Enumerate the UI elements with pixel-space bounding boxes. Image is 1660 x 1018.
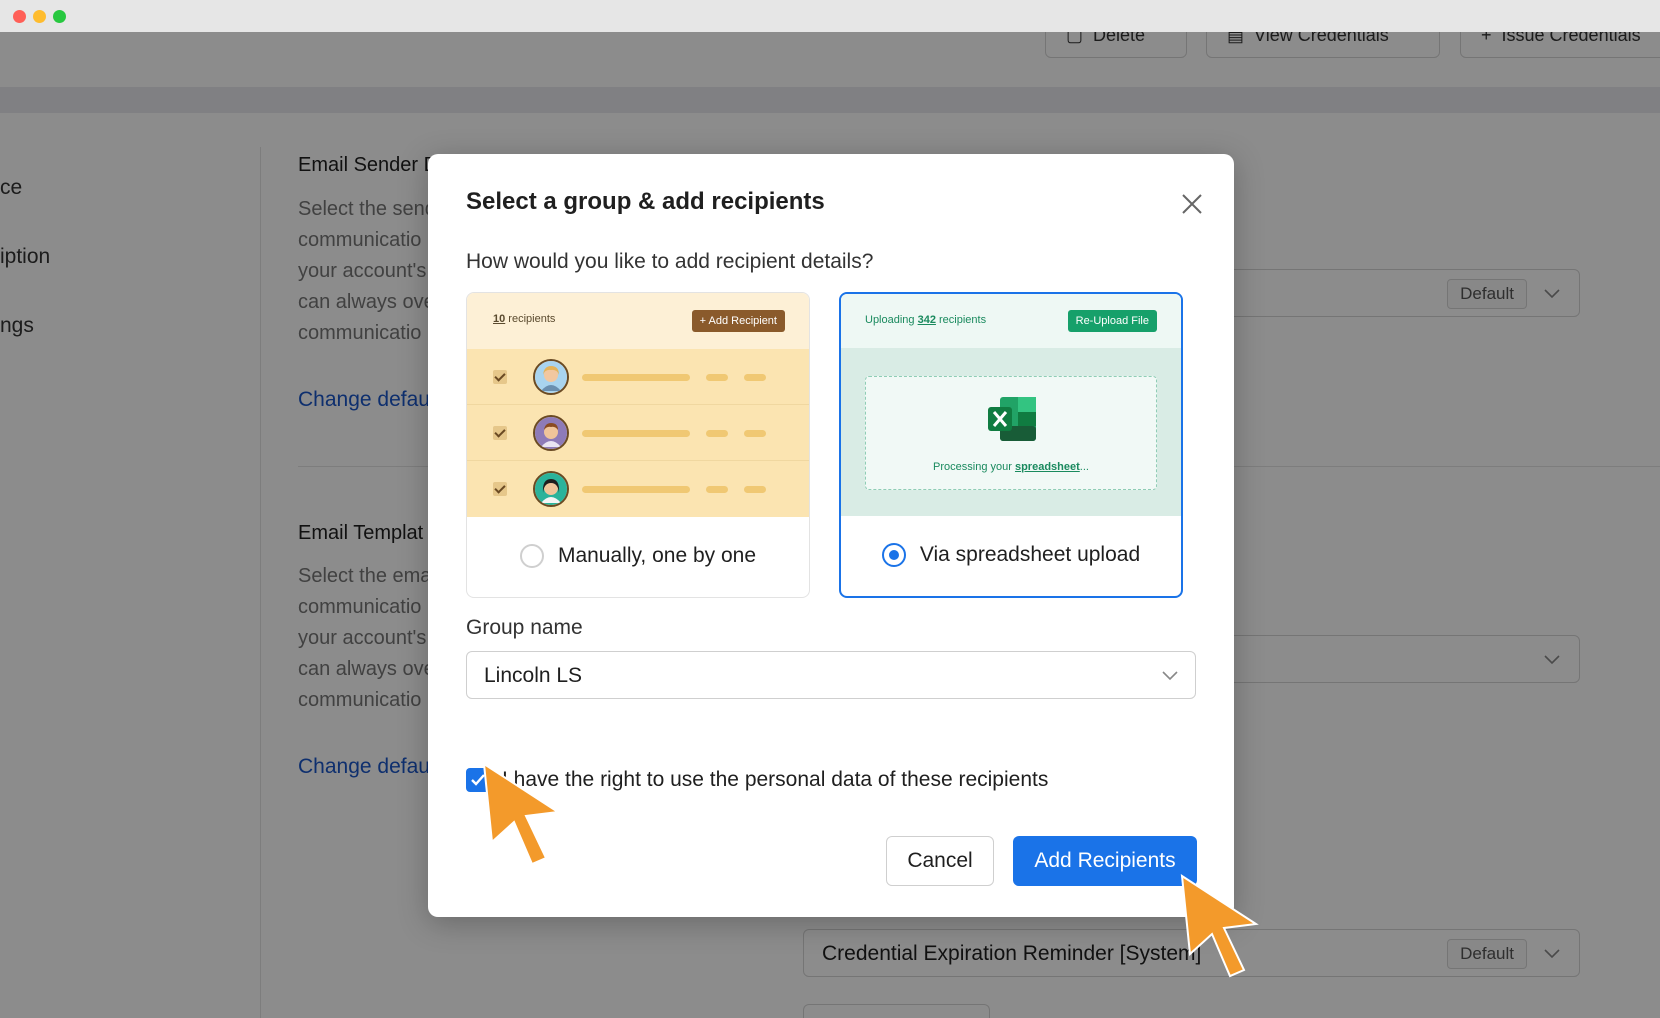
avatar (533, 359, 569, 395)
placeholder-bar (582, 430, 690, 437)
chevron-down-icon (1162, 671, 1178, 681)
preview-add-recipient-button: + Add Recipient (691, 310, 785, 332)
close-icon[interactable] (1180, 192, 1204, 216)
upload-dropzone: Processing your spreadsheet... (865, 376, 1157, 490)
processing-text: Processing your spreadsheet... (866, 461, 1156, 473)
modal-title: Select a group & add recipients (466, 188, 825, 215)
placeholder-bar (706, 374, 728, 381)
recipient-count: 10 (493, 313, 506, 325)
cancel-button[interactable]: Cancel (886, 836, 994, 886)
spreadsheet-preview-body: Processing your spreadsheet... (841, 348, 1181, 516)
excel-icon (988, 397, 1036, 441)
manual-radio[interactable] (519, 544, 544, 568)
checkbox-icon (493, 482, 507, 496)
group-name-select[interactable]: Lincoln LS (466, 651, 1196, 699)
spreadsheet-preview-header: Uploading 342 recipients Re-Upload File (841, 294, 1181, 348)
avatar (533, 415, 569, 451)
preview-row (467, 405, 809, 461)
spreadsheet-option-label: Via spreadsheet upload (919, 543, 1141, 566)
placeholder-bar (744, 430, 766, 437)
placeholder-bar (706, 486, 728, 493)
avatar (533, 471, 569, 507)
manual-option-label: Manually, one by one (557, 544, 757, 567)
spreadsheet-option-footer[interactable]: Via spreadsheet upload (841, 514, 1181, 596)
add-recipients-button[interactable]: Add Recipients (1013, 836, 1197, 886)
manual-preview-header: 10 recipients + Add Recipient (467, 293, 809, 349)
manual-preview-list (467, 349, 809, 517)
placeholder-bar (706, 430, 728, 437)
group-name-label: Group name (466, 616, 583, 639)
placeholder-bar (582, 374, 690, 381)
preview-row (467, 461, 809, 517)
maximize-window-button[interactable] (53, 10, 66, 23)
spreadsheet-option-card[interactable]: Uploading 342 recipients Re-Upload File … (839, 292, 1183, 598)
minimize-window-button[interactable] (33, 10, 46, 23)
upload-suffix: recipients (935, 314, 987, 326)
processing-word: spreadsheet (1014, 461, 1080, 473)
cursor-arrow-icon (1180, 874, 1259, 978)
upload-count: 342 (917, 314, 936, 326)
group-name-value: Lincoln LS (484, 664, 583, 687)
processing-suffix: ... (1079, 461, 1089, 473)
close-window-button[interactable] (13, 10, 26, 23)
manual-option-card[interactable]: 10 recipients + Add Recipient Manually, … (466, 292, 810, 598)
preview-row (467, 349, 809, 405)
preview-reupload-button: Re-Upload File (1067, 310, 1157, 332)
checkbox-icon (493, 370, 507, 384)
placeholder-bar (744, 374, 766, 381)
recipient-count-suffix: recipients (505, 313, 556, 325)
processing-prefix: Processing your (933, 461, 1015, 473)
cursor-arrow-icon (482, 762, 561, 866)
upload-prefix: Uploading (865, 314, 918, 326)
spreadsheet-radio[interactable] (881, 543, 906, 567)
placeholder-bar (582, 486, 690, 493)
manual-option-footer[interactable]: Manually, one by one (467, 515, 809, 597)
checkbox-icon (493, 426, 507, 440)
consent-label: I have the right to use the personal dat… (502, 768, 1049, 791)
manual-preview-count: 10 recipients (493, 313, 555, 325)
placeholder-bar (744, 486, 766, 493)
method-question: How would you like to add recipient deta… (466, 250, 874, 273)
upload-status: Uploading 342 recipients (865, 314, 986, 326)
window-titlebar (0, 0, 1660, 32)
